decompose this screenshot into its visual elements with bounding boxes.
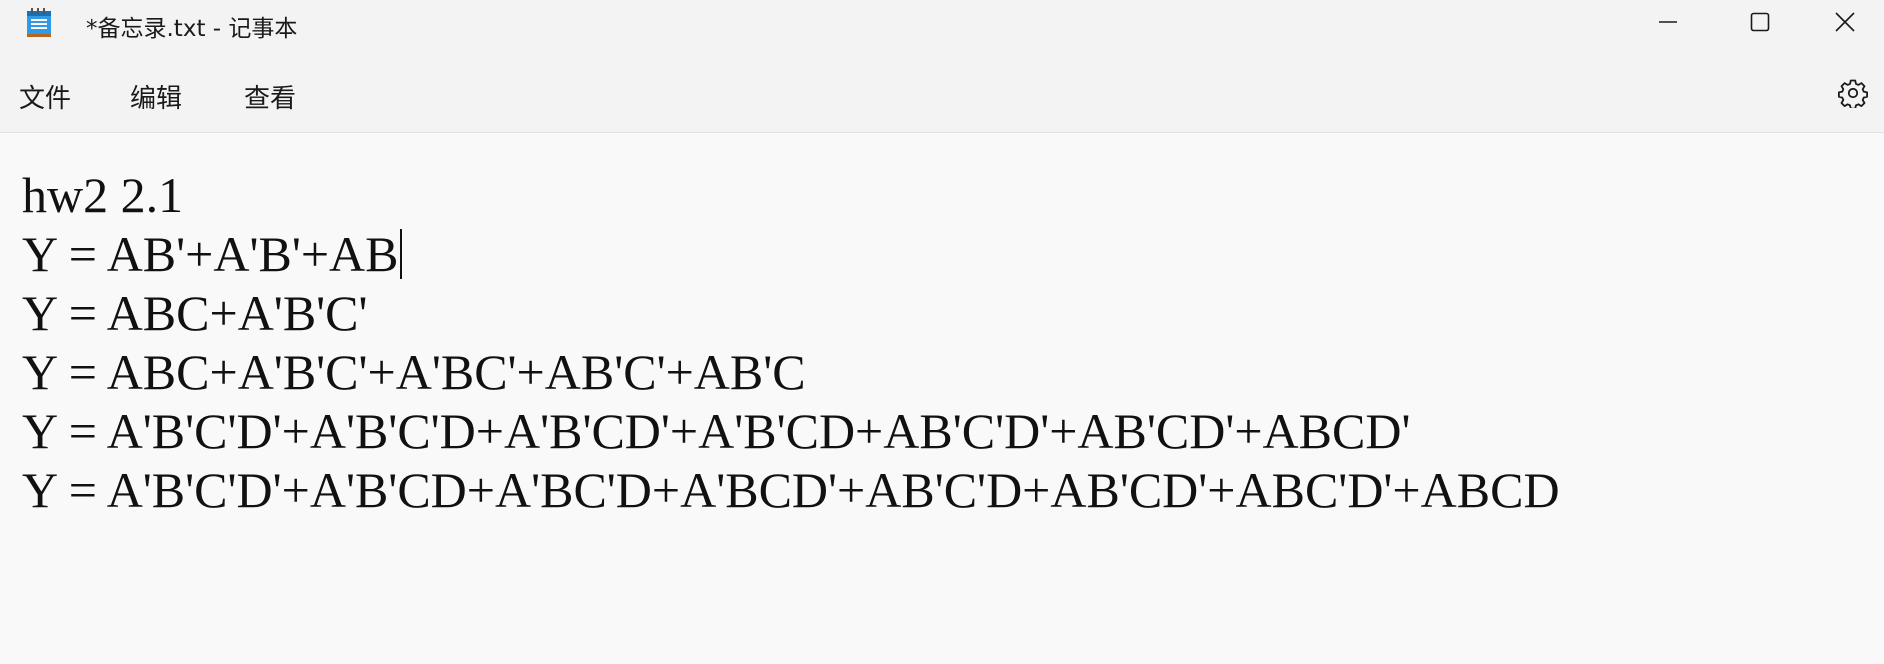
line-text: Y = A'B'C'D'+A'B'C'D+A'B'CD'+A'B'CD+AB'C…: [22, 403, 1411, 459]
menu-view[interactable]: 查看: [240, 78, 300, 115]
line-text: Y = ABC+A'B'C': [22, 285, 368, 341]
settings-button[interactable]: [1836, 78, 1870, 112]
notepad-icon: [26, 8, 52, 38]
text-line: Y = A'B'C'D'+A'B'CD+A'BC'D+A'BCD'+AB'C'D…: [22, 461, 1560, 520]
notepad-window: *备忘录.txt - 记事本 文件 编辑 查看 hw2 2.1 Y = AB'+…: [0, 0, 1884, 664]
close-button[interactable]: [1806, 0, 1884, 44]
minimize-button[interactable]: [1622, 0, 1714, 44]
maximize-icon: [1749, 11, 1771, 33]
minimize-icon: [1657, 11, 1679, 33]
maximize-button[interactable]: [1714, 0, 1806, 44]
line-text: Y = AB'+A'B'+AB: [22, 226, 399, 282]
window-title: *备忘录.txt - 记事本: [86, 16, 298, 42]
title-bar[interactable]: *备忘录.txt - 记事本: [0, 0, 1884, 48]
text-line: Y = AB'+A'B'+AB: [22, 225, 1560, 284]
editor-content[interactable]: hw2 2.1 Y = AB'+A'B'+AB Y = ABC+A'B'C' Y…: [22, 166, 1560, 520]
text-line: Y = ABC+A'B'C': [22, 284, 1560, 343]
close-icon: [1834, 11, 1856, 33]
line-text: Y = ABC+A'B'C'+A'BC'+AB'C'+AB'C: [22, 344, 806, 400]
menu-file[interactable]: 文件: [15, 78, 75, 115]
text-line: Y = A'B'C'D'+A'B'C'D+A'B'CD'+A'B'CD+AB'C…: [22, 402, 1560, 461]
text-caret: [399, 229, 402, 279]
text-line: hw2 2.1: [22, 166, 1560, 225]
gear-icon: [1838, 78, 1868, 112]
menu-bar: 文件 编辑 查看: [0, 48, 1884, 133]
text-editor[interactable]: hw2 2.1 Y = AB'+A'B'+AB Y = ABC+A'B'C' Y…: [0, 133, 1884, 664]
text-line: Y = ABC+A'B'C'+A'BC'+AB'C'+AB'C: [22, 343, 1560, 402]
line-text: Y = A'B'C'D'+A'B'CD+A'BC'D+A'BCD'+AB'C'D…: [22, 462, 1560, 518]
line-text: hw2 2.1: [22, 167, 184, 223]
menu-edit[interactable]: 编辑: [126, 78, 186, 115]
